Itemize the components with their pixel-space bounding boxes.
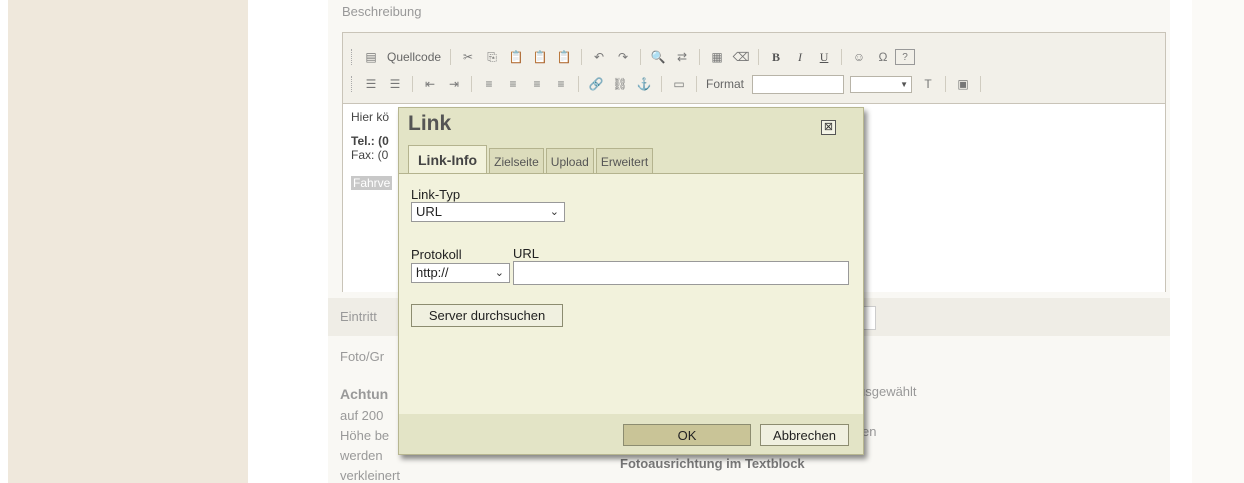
toolbar-grip[interactable]: [351, 76, 355, 92]
maximize-icon[interactable]: ▣: [951, 74, 975, 94]
eintritt-label: Eintritt: [340, 309, 377, 324]
align-right-icon[interactable]: ≡: [525, 74, 549, 94]
toolbar-row-2: ☰ ☰ ⇤ ⇥ ≡ ≡ ≡ ≡ 🔗 ⛓ ⚓ ▭ Format ▼ T ▣: [343, 72, 986, 96]
paste-word-icon[interactable]: 📋: [552, 47, 576, 67]
select-all-icon[interactable]: ▦: [705, 47, 729, 67]
text-color-icon[interactable]: T: [916, 74, 940, 94]
url-label: URL: [513, 246, 540, 261]
tab-erweitert[interactable]: Erweitert: [595, 148, 654, 174]
help-icon[interactable]: ?: [895, 49, 916, 65]
browse-server-button[interactable]: Server durchsuchen: [411, 304, 563, 327]
indent-icon[interactable]: ⇥: [442, 74, 466, 94]
tab-link-info[interactable]: Link-Info: [408, 145, 488, 174]
toolbar-grip[interactable]: [351, 49, 355, 65]
align-left-icon[interactable]: ≡: [477, 74, 501, 94]
format-select[interactable]: [752, 74, 845, 94]
replace-icon[interactable]: ⇄: [670, 47, 694, 67]
link-icon[interactable]: 🔗: [584, 74, 608, 94]
tab-zielseite[interactable]: Zielseite: [489, 148, 544, 174]
remove-format-icon[interactable]: ⌫: [729, 47, 753, 67]
url-input[interactable]: [513, 261, 849, 285]
format-label: Format: [706, 77, 745, 91]
photo-align-label: Fotoausrichtung im Textblock: [620, 456, 805, 471]
special-char-icon[interactable]: Ω: [871, 47, 895, 67]
dialog-footer: OK Abbrechen: [399, 414, 863, 454]
ordered-list-icon[interactable]: ☰: [359, 74, 383, 94]
foto-label: Foto/Gr: [340, 349, 385, 364]
right-strip: [1192, 0, 1244, 483]
undo-icon[interactable]: ↶: [587, 47, 611, 67]
smiley-icon[interactable]: ☺: [847, 47, 871, 67]
anchor-icon[interactable]: ⚓: [632, 74, 656, 94]
ok-button[interactable]: OK: [623, 424, 751, 446]
link-info-panel: Link-Typ URL ⌄ Protokoll URL http:// ⌄ S…: [399, 173, 863, 415]
find-icon[interactable]: 🔍: [646, 47, 670, 67]
editor-line-highlight: Fahrve: [351, 176, 393, 190]
align-center-icon[interactable]: ≡: [501, 74, 525, 94]
info-text: verkleinert: [340, 468, 400, 483]
close-icon[interactable]: ⊠: [821, 120, 836, 135]
protocol-label: Protokoll: [411, 247, 462, 262]
cut-icon[interactable]: ✂: [456, 47, 480, 67]
left-panel: [8, 0, 248, 483]
underline-icon[interactable]: U: [812, 47, 836, 67]
link-type-label: Link-Typ: [411, 187, 461, 202]
description-label: Beschreibung: [342, 4, 422, 19]
link-type-select[interactable]: URL ⌄: [411, 202, 565, 222]
info-text: Höhe be: [340, 428, 390, 443]
style-select[interactable]: ▼: [850, 75, 913, 93]
source-button[interactable]: Quellcode: [383, 50, 445, 64]
bullet-list-icon[interactable]: ☰: [383, 74, 407, 94]
italic-icon[interactable]: I: [788, 47, 812, 67]
editor-line: Fax: (0: [351, 148, 389, 162]
copy-icon[interactable]: ⎘: [480, 47, 504, 67]
chevron-down-icon: ⌄: [494, 267, 504, 279]
option-text: en: [862, 424, 877, 439]
toolbar-row-1: ▤ Quellcode ✂ ⎘ 📋 📋 📋 ↶ ↷ 🔍 ⇄ ▦ ⌫ B I U …: [343, 45, 916, 69]
info-text: auf 200: [340, 408, 384, 423]
selection-text: usgewählt: [858, 384, 917, 399]
warning-text: Achtun: [340, 386, 389, 402]
paste-icon[interactable]: 📋: [504, 47, 528, 67]
table-icon[interactable]: ▭: [667, 74, 691, 94]
link-dialog: Link ⊠ Link-Info Zielseite Upload Erweit…: [398, 107, 864, 455]
justify-icon[interactable]: ≡: [549, 74, 573, 94]
dialog-tabs: Link-Info Zielseite Upload Erweitert: [408, 145, 655, 174]
outdent-icon[interactable]: ⇤: [418, 74, 442, 94]
unlink-icon[interactable]: ⛓: [608, 74, 632, 94]
editor-line: Tel.: (0: [351, 134, 389, 148]
cancel-button[interactable]: Abbrechen: [760, 424, 849, 446]
chevron-down-icon: ⌄: [549, 206, 559, 218]
paste-text-icon[interactable]: 📋: [528, 47, 552, 67]
tab-upload[interactable]: Upload: [545, 148, 594, 174]
bold-icon[interactable]: B: [764, 47, 788, 67]
dialog-title: Link: [408, 112, 452, 135]
info-text: werden: [340, 448, 383, 463]
editor-line: Hier kö: [351, 110, 390, 124]
source-icon[interactable]: ▤: [359, 47, 383, 67]
protocol-select[interactable]: http:// ⌄: [411, 263, 510, 283]
redo-icon[interactable]: ↷: [611, 47, 635, 67]
